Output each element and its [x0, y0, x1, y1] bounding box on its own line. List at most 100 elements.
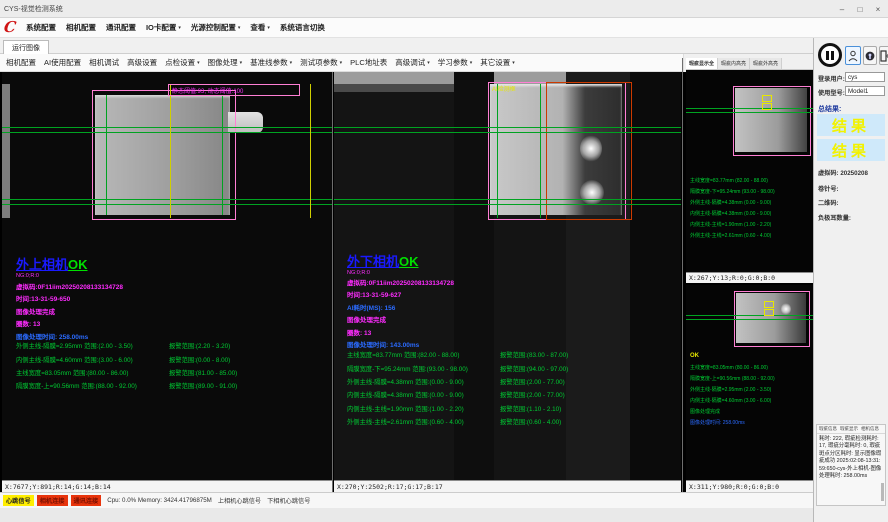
toolbar-item[interactable]: 测试项参数 ▾: [300, 57, 342, 68]
info-line: 圈数: 13: [16, 319, 123, 331]
detection-box-pink: [92, 90, 236, 220]
chevron-down-icon: ▾: [512, 60, 515, 66]
measure-line: [334, 132, 681, 133]
mini-line: 主线宽度=83.77mm (82.00 - 88.00): [690, 176, 775, 187]
defect-tab[interactable]: 瑕疵外高亮: [750, 58, 782, 69]
minimize-button[interactable]: –: [834, 2, 850, 16]
measurement-row: 内侧主线-隔膜=4.60mm 范围:(3.00 - 6.00) 报警范围:(0.…: [16, 352, 328, 365]
status-badge: 相机连接: [37, 495, 68, 506]
menu-item[interactable]: 系统配置: [26, 22, 56, 33]
menu-item[interactable]: 光源控制配置 ▾: [191, 22, 241, 33]
left-coords-readout: X:7677;Y:891;R:14;G:14;B:14: [2, 480, 332, 492]
mini-bottom-coords-readout: X:311;Y:980;R:0;G:0;B:0: [686, 480, 813, 492]
machine-edge: [2, 84, 10, 218]
toolbar-item[interactable]: 高级设置: [127, 57, 157, 68]
measure-line: [334, 199, 681, 200]
tab-run-image[interactable]: 运行图像: [3, 40, 49, 55]
user-login-button[interactable]: [845, 46, 861, 65]
measure-line: [222, 95, 223, 215]
toolbar-item[interactable]: 点检设置 ▾: [165, 57, 200, 68]
login-user-label: 登录用户:: [818, 74, 845, 83]
log-scrollbar[interactable]: [881, 483, 884, 501]
detection-box-pink: [733, 86, 811, 156]
exit-button[interactable]: [879, 46, 888, 65]
info-line: 时间:13-31-59-627: [347, 290, 454, 302]
measure-line: [686, 319, 813, 320]
window-title: CYS-视觉检测系统: [4, 4, 63, 14]
reflection-glow: [781, 303, 791, 315]
defect-tab[interactable]: 瑕疵内高亮: [718, 58, 750, 69]
menu-item[interactable]: 通讯配置: [106, 22, 136, 33]
mini-result-lines: 主线宽度=83.77mm (82.00 - 88.00)隔膜宽度-下=95.24…: [690, 176, 775, 242]
measure-line: [2, 204, 332, 205]
toolbar-item[interactable]: AI使用配置: [44, 57, 81, 68]
log-box: 瑕疵信息瑕疵显示相机信息 耗时: 222, 瑕疵检测耗时: 17, 瑕疵分毫耗时…: [816, 424, 886, 506]
toolbar-item[interactable]: 高级调试 ▾: [395, 57, 430, 68]
info-line: 虚拟码:0F11iim20250208133134728: [347, 278, 454, 290]
mini-line: 图像处理时间: 258.00ms: [690, 418, 775, 429]
chevron-down-icon: ▾: [197, 60, 200, 66]
chevron-down-icon: ▾: [427, 60, 430, 66]
login-user-field[interactable]: cys: [845, 72, 885, 82]
right-camera-canvas[interactable]: AI检测框 外下相机OK NG:0;R:0 虚拟码:0F11iim2025020…: [334, 72, 681, 480]
measure-line: [106, 95, 107, 215]
defect-tab[interactable]: 瑕疵显示全: [686, 58, 718, 69]
measure-line: [686, 315, 813, 316]
model-field[interactable]: Model1: [845, 86, 885, 96]
virtual-code-value: 20250208: [840, 170, 868, 177]
measure-line: [334, 127, 681, 128]
toolbar: 相机配置 AI使用配置 相机调试 高级设置 点检设置 ▾ 图像处理 ▾ 基准线参…: [0, 54, 684, 72]
toolbar-item[interactable]: PLC地址表: [350, 57, 387, 68]
exit-door-icon: [880, 50, 888, 62]
toolbar-item[interactable]: 基准线参数 ▾: [250, 57, 292, 68]
left-camera-canvas[interactable]: 静态阈值:93, 动态阈值:100 外上相机OK NG:0;R:0 虚拟码:0F…: [2, 72, 332, 480]
measure-line: [2, 132, 332, 133]
toolbar-item[interactable]: 其它设置 ▾: [480, 57, 515, 68]
chevron-down-icon: ▾: [240, 60, 243, 66]
log-tab[interactable]: 瑕疵信息: [819, 426, 837, 432]
maximize-button[interactable]: □: [852, 2, 868, 16]
mini-line: 内侧主线-主线=1.90mm (1.00 - 2.20): [690, 220, 775, 231]
log-tabs: 瑕疵信息瑕疵显示相机信息: [817, 425, 885, 434]
chevron-down-icon: ▾: [267, 25, 270, 31]
menu-item[interactable]: 查看 ▾: [250, 22, 270, 33]
menu-item[interactable]: 系统语言切换: [280, 22, 325, 33]
toolbar-item[interactable]: 相机配置: [6, 57, 36, 68]
measurement-row: 外侧主线-隔膜=4.38mm 范围:(0.00 - 9.00) 报警范围:(2.…: [347, 375, 677, 388]
chevron-down-icon: ▾: [470, 60, 473, 66]
mini-top-coords-readout: X:267;Y:13;R:0;G:0;B:0: [686, 272, 813, 283]
lower-camera-heartbeat: 下相机心跳信号: [267, 496, 310, 505]
log-tab[interactable]: 相机信息: [861, 426, 879, 432]
toolbar-item[interactable]: 图像处理 ▾: [208, 57, 243, 68]
side-panel: 登录用户: cys 使用型号: Model1 总结果: 结果 结果 虚拟码: 2…: [813, 38, 888, 522]
camera-info-lines: 虚拟码:0F11iim20250208133134728时间:13-31-59-…: [347, 278, 454, 352]
info-line: AI耗时(MS): 156: [347, 303, 454, 315]
mini-top-canvas[interactable]: 主线宽度=83.77mm (82.00 - 88.00)隔膜宽度-下=95.24…: [686, 70, 813, 272]
toolbar-item[interactable]: 相机调试: [89, 57, 119, 68]
result-ok-label: OK: [68, 257, 88, 272]
pause-button[interactable]: [818, 43, 842, 67]
upper-camera-heartbeat: 上相机心跳信号: [218, 496, 261, 505]
total-result-label: 总结果:: [818, 104, 841, 114]
menu-item[interactable]: IO卡配置 ▾: [146, 22, 181, 33]
reference-line-yellow: [170, 84, 171, 218]
result-box-upper: 结果: [817, 114, 885, 136]
toolbar-item[interactable]: 学习参数 ▾: [438, 57, 473, 68]
lock-button[interactable]: [863, 46, 877, 65]
result-box-lower: 结果: [817, 139, 885, 161]
menu-item[interactable]: 相机配置: [66, 22, 96, 33]
mini-line: 内侧主线-隔膜=4.60mm (3.00 - 6.00): [690, 396, 775, 407]
defect-marker: [762, 95, 772, 102]
chevron-down-icon: ▾: [340, 60, 343, 66]
mini-bottom-canvas[interactable]: OK 主线宽度=83.05mm (80.00 - 86.00)隔膜宽度-上=90…: [686, 285, 813, 480]
camera-result-title: 外下相机OK: [347, 255, 419, 268]
measurement-row: 外侧主线-隔膜=2.95mm 范围:(2.00 - 3.50) 报警范围:(2.…: [16, 339, 328, 352]
camera-info-lines: 虚拟码:0F11iim20250208133134728时间:13-31-59-…: [16, 282, 123, 344]
log-tab[interactable]: 瑕疵显示: [840, 426, 858, 432]
application-window: CYS-视觉检测系统 – □ × C 系统配置 相机配置 通讯配置 IO卡配置 …: [0, 0, 888, 522]
measurement-row: 隔膜宽度-上=90.56mm 范围:(88.00 - 92.00) 报警范围:(…: [16, 379, 328, 392]
status-bar-filler: [0, 508, 813, 522]
close-button[interactable]: ×: [870, 2, 886, 16]
view-divider: [682, 58, 683, 492]
measurement-row: 外侧主线-主线=2.61mm 范围:(0.60 - 4.00) 报警范围:(0.…: [347, 415, 677, 428]
